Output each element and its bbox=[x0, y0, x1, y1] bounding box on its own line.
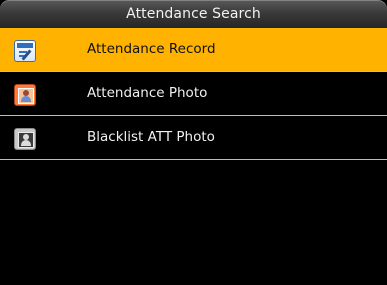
blacklist-photo-icon bbox=[14, 128, 36, 150]
menu-item-label: Attendance Photo bbox=[87, 85, 208, 101]
title-bar: Attendance Search bbox=[0, 0, 387, 28]
attendance-record-icon bbox=[14, 40, 36, 62]
device-screen: Attendance Search Attendance Record Atte… bbox=[0, 0, 387, 285]
menu-item-label: Blacklist ATT Photo bbox=[87, 129, 215, 145]
attendance-photo-icon bbox=[14, 84, 36, 106]
menu-item-attendance-record[interactable]: Attendance Record bbox=[0, 28, 387, 72]
menu-item-label: Attendance Record bbox=[87, 41, 216, 57]
menu-item-attendance-photo[interactable]: Attendance Photo bbox=[0, 72, 387, 116]
menu-list: Attendance Record Attendance Photo Black… bbox=[0, 28, 387, 160]
menu-item-blacklist-att-photo[interactable]: Blacklist ATT Photo bbox=[0, 116, 387, 160]
page-title: Attendance Search bbox=[126, 6, 261, 22]
